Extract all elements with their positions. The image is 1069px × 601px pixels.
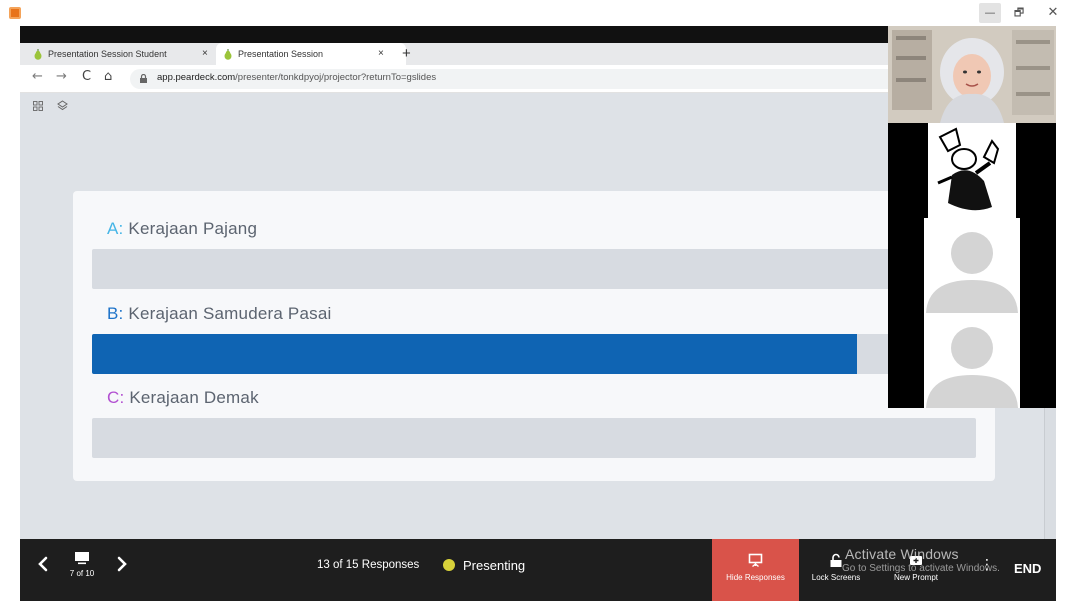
url-text: app.peardeck.com/presenter/tonkdpyoj/pro… — [157, 72, 436, 83]
maximize-button[interactable]: 🗗 — [1008, 3, 1030, 23]
os-title-bar: — 🗗 ✕ — [0, 0, 1069, 26]
slide-counter: 7 of 10 — [69, 569, 95, 578]
video-tile-participant[interactable] — [888, 313, 1056, 408]
option-text: Kerajaan Samudera Pasai — [128, 304, 332, 323]
layers-icon[interactable] — [57, 100, 68, 111]
option-a-bar — [92, 249, 976, 289]
home-icon[interactable]: ⌂ — [104, 69, 112, 84]
response-card: A: Kerajaan Pajang B: Kerajaan Samudera … — [73, 191, 995, 481]
peardeck-icon — [34, 49, 42, 60]
tab-close-icon[interactable]: × — [202, 43, 208, 65]
avatar-placeholder — [924, 218, 1020, 313]
slide-icon[interactable] — [74, 551, 90, 565]
close-button[interactable]: ✕ — [1042, 3, 1064, 23]
option-letter: B: — [107, 304, 124, 323]
hide-responses-label: Hide Responses — [726, 573, 785, 582]
forward-icon[interactable]: → — [56, 69, 67, 84]
app-icon — [9, 7, 21, 19]
video-call-panel — [888, 26, 1056, 408]
option-b-bar — [92, 334, 976, 374]
avatar-placeholder — [924, 313, 1020, 408]
unlock-icon — [830, 553, 842, 567]
option-a-label: A: Kerajaan Pajang — [107, 219, 257, 239]
end-session-button[interactable]: END — [1014, 561, 1041, 576]
option-text: Kerajaan Pajang — [128, 219, 258, 238]
new-tab-button[interactable]: + — [402, 43, 411, 65]
user-silhouette-icon — [924, 218, 1020, 313]
url-domain: app.peardeck.com — [157, 72, 236, 83]
tab-label: Presentation Session — [238, 49, 324, 59]
camera-feed — [888, 26, 1056, 123]
screen: — 🗗 ✕ Presentation Session Student × Pre… — [0, 0, 1069, 601]
tab-close-icon[interactable]: × — [378, 43, 384, 65]
option-b-bar-fill — [92, 334, 857, 374]
option-letter: A: — [107, 219, 124, 238]
next-slide-button[interactable] — [116, 555, 128, 573]
option-b-label: B: Kerajaan Samudera Pasai — [107, 304, 331, 324]
response-count: 13 of 15 Responses — [317, 559, 420, 571]
video-tile-participant[interactable] — [888, 218, 1056, 313]
previous-slide-button[interactable] — [37, 555, 49, 573]
sketch-image — [928, 123, 1016, 218]
activation-watermark-subtitle: Go to Settings to activate Windows. — [842, 563, 1000, 574]
lock-icon — [140, 74, 147, 83]
projector-icon — [748, 553, 763, 568]
status-dot — [443, 559, 455, 571]
tab-presentation-session[interactable]: Presentation Session × — [216, 43, 406, 65]
url-path: /presenter/tonkdpyoj/projector?returnTo=… — [235, 72, 437, 83]
option-c-bar — [92, 418, 976, 458]
grid-icon[interactable] — [33, 101, 43, 111]
video-tile-camera[interactable] — [888, 26, 1056, 123]
peardeck-icon — [224, 49, 232, 60]
user-silhouette-icon — [924, 313, 1020, 408]
activation-watermark-title: Activate Windows — [845, 546, 959, 562]
lock-screens-label: Lock Screens — [811, 573, 861, 582]
status-label: Presenting — [463, 558, 526, 573]
reload-icon[interactable]: C — [82, 69, 91, 84]
tab-presentation-student[interactable]: Presentation Session Student × — [26, 43, 230, 65]
tab-label: Presentation Session Student — [48, 49, 167, 59]
hide-responses-button[interactable]: Hide Responses — [712, 539, 799, 601]
option-letter: C: — [107, 388, 125, 407]
avatar-drawing — [928, 123, 1016, 218]
video-tile-drawing[interactable] — [888, 123, 1056, 218]
back-icon[interactable]: ← — [32, 69, 43, 84]
new-prompt-label: New Prompt — [893, 573, 938, 582]
option-c-label: C: Kerajaan Demak — [107, 388, 259, 408]
option-text: Kerajaan Demak — [129, 388, 259, 407]
minimize-button[interactable]: — — [979, 3, 1001, 23]
